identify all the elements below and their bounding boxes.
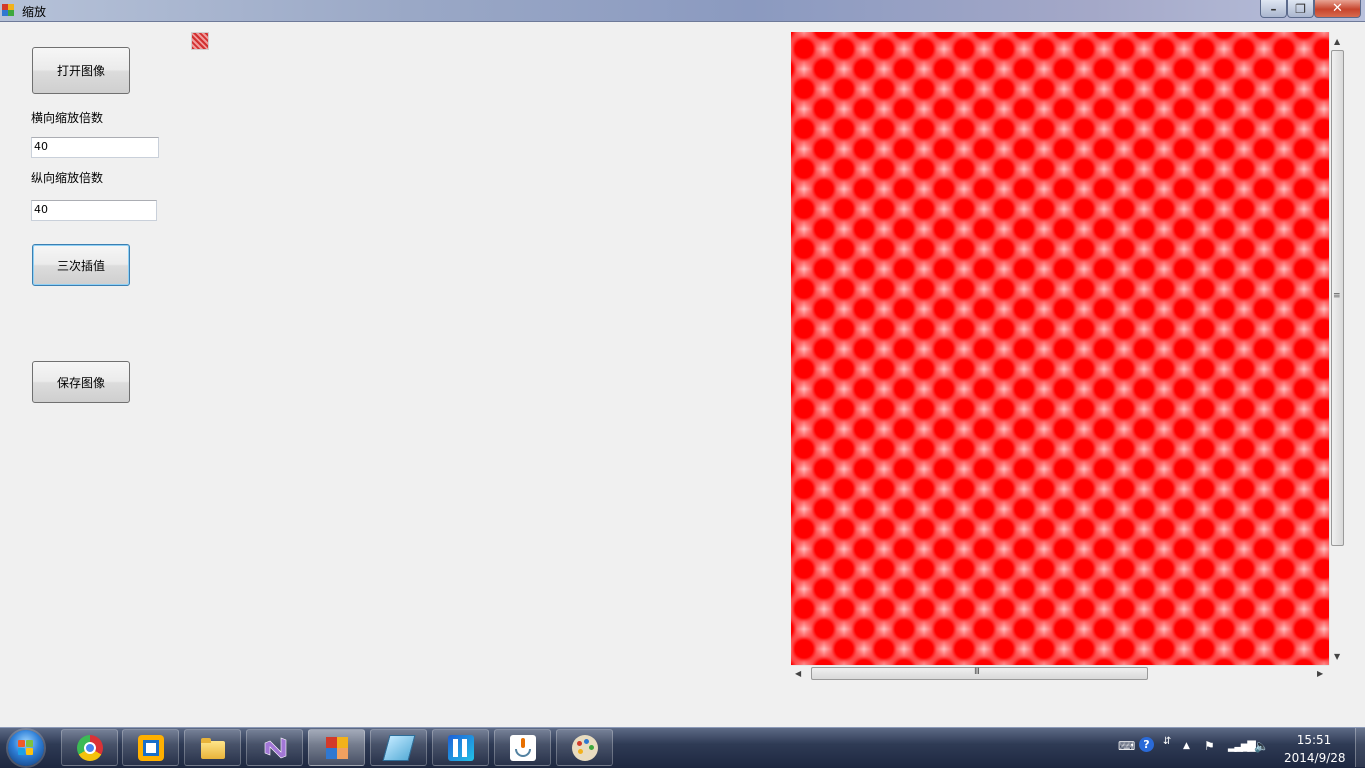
network-icon[interactable]: ▂▃▅▇ bbox=[1228, 739, 1256, 752]
app-window-icon bbox=[2, 4, 15, 17]
horizontal-scroll-thumb[interactable] bbox=[811, 667, 1148, 680]
app-window-icon bbox=[324, 735, 350, 761]
taskbar-chrome[interactable] bbox=[61, 729, 118, 766]
open-image-button[interactable]: 打开图像 bbox=[32, 47, 130, 94]
horizontal-grip-icon: III bbox=[974, 667, 980, 677]
taskbar-notepad[interactable] bbox=[370, 729, 427, 766]
scaled-image-checker-layer bbox=[791, 32, 1329, 665]
close-button[interactable]: ✕ bbox=[1314, 0, 1361, 18]
volume-icon[interactable]: 🔈 bbox=[1254, 739, 1269, 753]
language-bar-icon[interactable]: ⇵ bbox=[1163, 736, 1171, 747]
clock-date[interactable]: 2014/9/28 bbox=[1284, 751, 1346, 765]
jetbrains-icon bbox=[447, 734, 474, 761]
vmware-icon bbox=[137, 734, 164, 761]
vertical-grip-icon: ≡ bbox=[1333, 291, 1340, 301]
show-hidden-icons-icon[interactable]: ▲ bbox=[1183, 741, 1190, 751]
save-image-button[interactable]: 保存图像 bbox=[32, 361, 130, 403]
taskbar-explorer[interactable] bbox=[184, 729, 241, 766]
visual-studio-icon bbox=[262, 735, 288, 761]
taskbar-paint[interactable] bbox=[556, 729, 613, 766]
maximize-button[interactable]: ❐ bbox=[1287, 0, 1314, 18]
notepad-icon bbox=[382, 734, 415, 761]
taskbar-jetbrains[interactable] bbox=[432, 729, 489, 766]
title-bar[interactable]: 缩放 bbox=[0, 0, 1365, 22]
windows-logo-icon bbox=[18, 740, 34, 756]
scroll-up-icon[interactable]: ▲ bbox=[1334, 37, 1340, 46]
folder-icon bbox=[200, 735, 226, 761]
clock-time[interactable]: 15:51 bbox=[1284, 733, 1344, 747]
scroll-right-icon[interactable]: ▶ bbox=[1317, 669, 1323, 678]
scroll-down-icon[interactable]: ▼ bbox=[1334, 652, 1340, 661]
taskbar-vmware[interactable] bbox=[122, 729, 179, 766]
paint-icon bbox=[571, 734, 598, 761]
start-button[interactable] bbox=[8, 730, 44, 766]
scroll-left-icon[interactable]: ◀ bbox=[795, 669, 801, 678]
v-scale-label: 纵向缩放倍数 bbox=[31, 171, 104, 185]
scaled-image bbox=[791, 32, 1329, 665]
help-icon[interactable]: ? bbox=[1139, 737, 1154, 752]
h-scale-input[interactable]: 40 bbox=[31, 137, 159, 158]
bicubic-interpolation-button[interactable]: 三次插值 bbox=[32, 244, 130, 286]
minimize-button[interactable]: – bbox=[1260, 0, 1287, 18]
taskbar-scale-app[interactable] bbox=[308, 729, 365, 766]
taskbar-visual-studio[interactable] bbox=[246, 729, 303, 766]
chrome-icon bbox=[76, 734, 103, 761]
window-title: 缩放 bbox=[22, 5, 47, 19]
action-center-icon[interactable]: ⚑ bbox=[1204, 739, 1215, 753]
show-desktop-button[interactable] bbox=[1355, 728, 1365, 767]
thumbnail-image bbox=[191, 32, 209, 50]
h-scale-label: 横向缩放倍数 bbox=[31, 111, 104, 125]
taskbar-java[interactable] bbox=[494, 729, 551, 766]
keyboard-icon[interactable]: ⌨ bbox=[1118, 739, 1135, 753]
java-icon bbox=[509, 734, 536, 761]
v-scale-input[interactable]: 40 bbox=[31, 200, 157, 221]
